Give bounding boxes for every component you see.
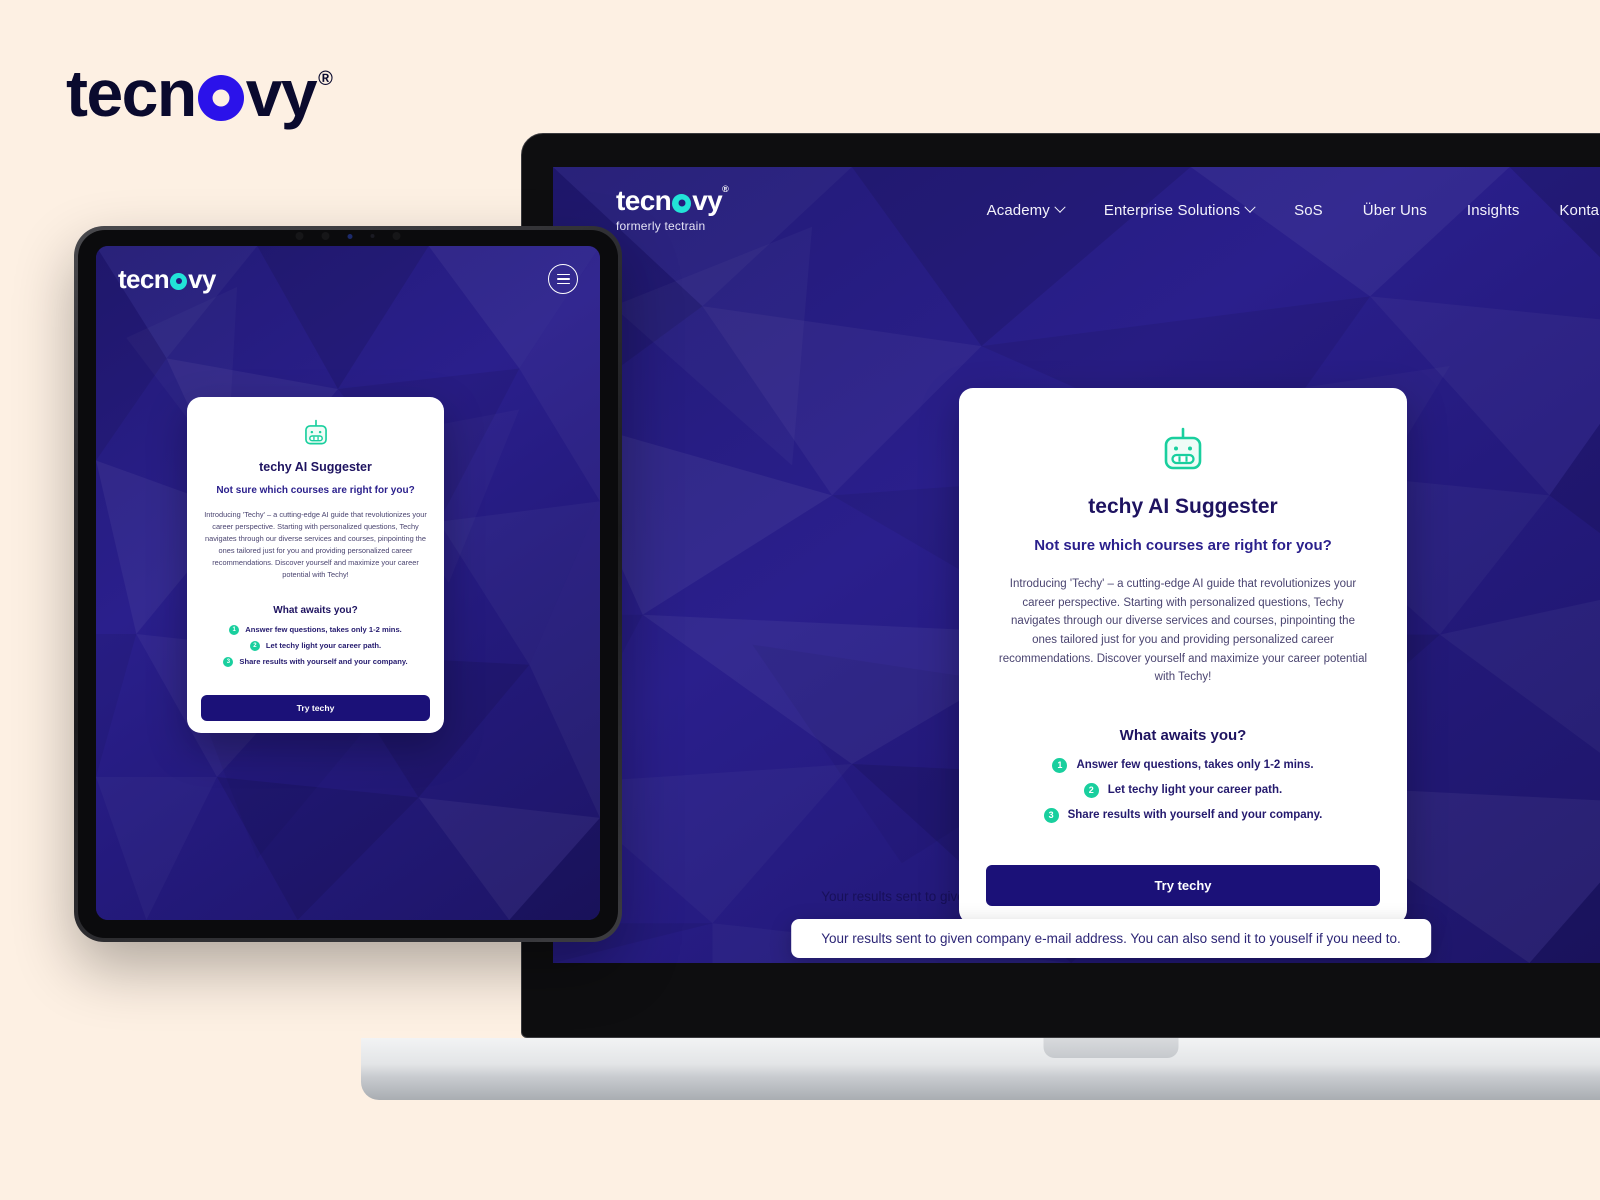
laptop-base <box>361 1038 1600 1100</box>
tablet-screen: tecn vy techy AI Suggester Not sure whic… <box>96 246 600 920</box>
laptop-screen: tecn vy ® formerly tectrain Academy Ente… <box>553 167 1600 963</box>
awaits-list: 1 Answer few questions, takes only 1-2 m… <box>201 624 430 667</box>
awaits-list-item: 2 Let techy light your career path. <box>201 640 430 651</box>
awaits-list-item: 3 Share results with yourself and your c… <box>201 656 430 667</box>
brand-logo-o-icon <box>197 75 244 121</box>
tablet-logo-o-icon <box>170 272 188 290</box>
nav-item-academy-label: Academy <box>986 201 1050 219</box>
nav-item-sos[interactable]: SoS <box>1294 202 1323 219</box>
awaits-item-label: Let techy light your career path. <box>265 641 382 651</box>
laptop-logo-text-part2: vy <box>692 185 723 216</box>
card-title: techy AI Suggester <box>259 460 372 474</box>
sensor-dot <box>370 234 375 238</box>
laptop-lid: tecn vy ® formerly tectrain Academy Ente… <box>521 133 1600 1038</box>
chevron-down-icon <box>1054 201 1066 213</box>
hamburger-bar <box>556 282 570 285</box>
step-number-badge: 2 <box>1083 782 1099 798</box>
laptop-nav-logo-wordmark: tecn vy ® <box>616 184 729 216</box>
card-body-text: Introducing 'Techy' – a cutting-edge AI … <box>204 510 427 579</box>
nav-item-insights-label: Insights <box>1466 201 1520 219</box>
camera-lens-icon <box>321 232 330 240</box>
step-number-badge: 3 <box>223 656 234 667</box>
robot-icon <box>304 419 327 445</box>
step-number-badge: 2 <box>249 640 260 651</box>
chevron-down-icon <box>1244 201 1256 213</box>
laptop-nav-links: Academy Enterprise Solutions SoS Über Un… <box>987 202 1600 219</box>
results-note-pill: Your results sent to given company e-mai… <box>791 919 1431 958</box>
laptop-logo-text-part1: tecn <box>616 185 672 216</box>
awaits-item-label: Share results with yourself and your com… <box>239 657 408 667</box>
tablet-logo-text-part2: vy <box>188 264 216 294</box>
step-number-badge: 1 <box>1052 757 1068 773</box>
card-subtitle: Not sure which courses are right for you… <box>216 485 415 496</box>
step-number-badge: 3 <box>1043 807 1059 823</box>
awaits-item-label: Let techy light your career path. <box>1107 784 1283 797</box>
card-title: techy AI Suggester <box>1088 495 1278 518</box>
laptop-navbar: tecn vy ® formerly tectrain Academy Ente… <box>553 167 1600 253</box>
laptop-trackpad-notch <box>1043 1038 1179 1058</box>
hamburger-bar <box>556 278 570 280</box>
tablet-logo-text-part1: tecn <box>118 264 170 294</box>
techy-suggester-card: techy AI Suggester Not sure which course… <box>959 388 1407 924</box>
sensor-dot <box>295 232 304 240</box>
awaits-title: What awaits you? <box>273 604 358 616</box>
card-subtitle: Not sure which courses are right for you… <box>1034 537 1332 554</box>
nav-item-kontakt[interactable]: Kontakt <box>1559 202 1600 219</box>
awaits-list-item: 2 Let techy light your career path. <box>986 782 1380 798</box>
robot-icon-wrapper <box>201 419 430 447</box>
try-techy-button[interactable]: Try techy <box>201 694 430 721</box>
tablet-mockup: tecn vy techy AI Suggester Not sure whic… <box>74 226 622 942</box>
brand-registered-mark: ® <box>318 68 333 90</box>
laptop-mockup: tecn vy ® formerly tectrain Academy Ente… <box>361 133 1600 1100</box>
nav-item-enterprise-solutions-label: Enterprise Solutions <box>1103 201 1241 219</box>
awaits-item-label: Share results with yourself and your com… <box>1067 809 1323 822</box>
nav-item-uber-uns[interactable]: Über Uns <box>1363 202 1427 219</box>
tablet-bezel: tecn vy techy AI Suggester Not sure whic… <box>78 230 618 938</box>
nav-item-academy[interactable]: Academy <box>986 201 1066 219</box>
awaits-title: What awaits you? <box>1119 726 1247 744</box>
awaits-list-item: 3 Share results with yourself and your c… <box>986 807 1380 823</box>
nav-item-sos-label: SoS <box>1294 201 1323 219</box>
awaits-item-label: Answer few questions, takes only 1-2 min… <box>1076 759 1314 772</box>
brand-logo-text-part1: tecn <box>66 56 197 130</box>
nav-item-insights[interactable]: Insights <box>1467 202 1520 219</box>
robot-icon-wrapper <box>986 427 1380 473</box>
tablet-logo-wordmark: tecn vy <box>118 266 216 292</box>
laptop-logo-o-icon <box>672 193 692 213</box>
awaits-list: 1 Answer few questions, takes only 1-2 m… <box>986 757 1380 823</box>
nav-item-enterprise-solutions[interactable]: Enterprise Solutions <box>1103 201 1256 219</box>
sensor-dot <box>347 233 353 239</box>
laptop-nav-logo[interactable]: tecn vy ® formerly tectrain <box>616 184 729 234</box>
awaits-item-label: Answer few questions, takes only 1-2 min… <box>245 625 402 635</box>
nav-item-uber-uns-label: Über Uns <box>1362 201 1427 219</box>
robot-icon <box>1164 427 1202 470</box>
step-number-badge: 1 <box>229 624 240 635</box>
awaits-list-item: 1 Answer few questions, takes only 1-2 m… <box>201 624 430 635</box>
hamburger-icon[interactable] <box>548 264 578 294</box>
laptop-logo-registered-mark: ® <box>722 184 729 194</box>
tablet-navbar: tecn vy <box>96 246 600 312</box>
nav-item-kontakt-label: Kontakt <box>1559 201 1600 219</box>
techy-suggester-card-tablet: techy AI Suggester Not sure which course… <box>187 397 444 733</box>
tecnovy-brand-logo: tecn vy ® <box>66 60 333 126</box>
brand-logo-text-part2: vy <box>245 56 318 130</box>
laptop-logo-tagline: formerly tectrain <box>616 219 706 233</box>
tablet-nav-logo[interactable]: tecn vy <box>118 266 216 292</box>
card-body-text: Introducing 'Techy' – a cutting-edge AI … <box>998 578 1368 684</box>
brand-logo-wordmark: tecn vy <box>66 56 318 130</box>
awaits-list-item: 1 Answer few questions, takes only 1-2 m… <box>986 757 1380 773</box>
hamburger-bar <box>556 273 570 276</box>
try-techy-button[interactable]: Try techy <box>986 864 1380 906</box>
sensor-dot <box>392 232 401 240</box>
tablet-sensor-cluster <box>295 232 401 240</box>
